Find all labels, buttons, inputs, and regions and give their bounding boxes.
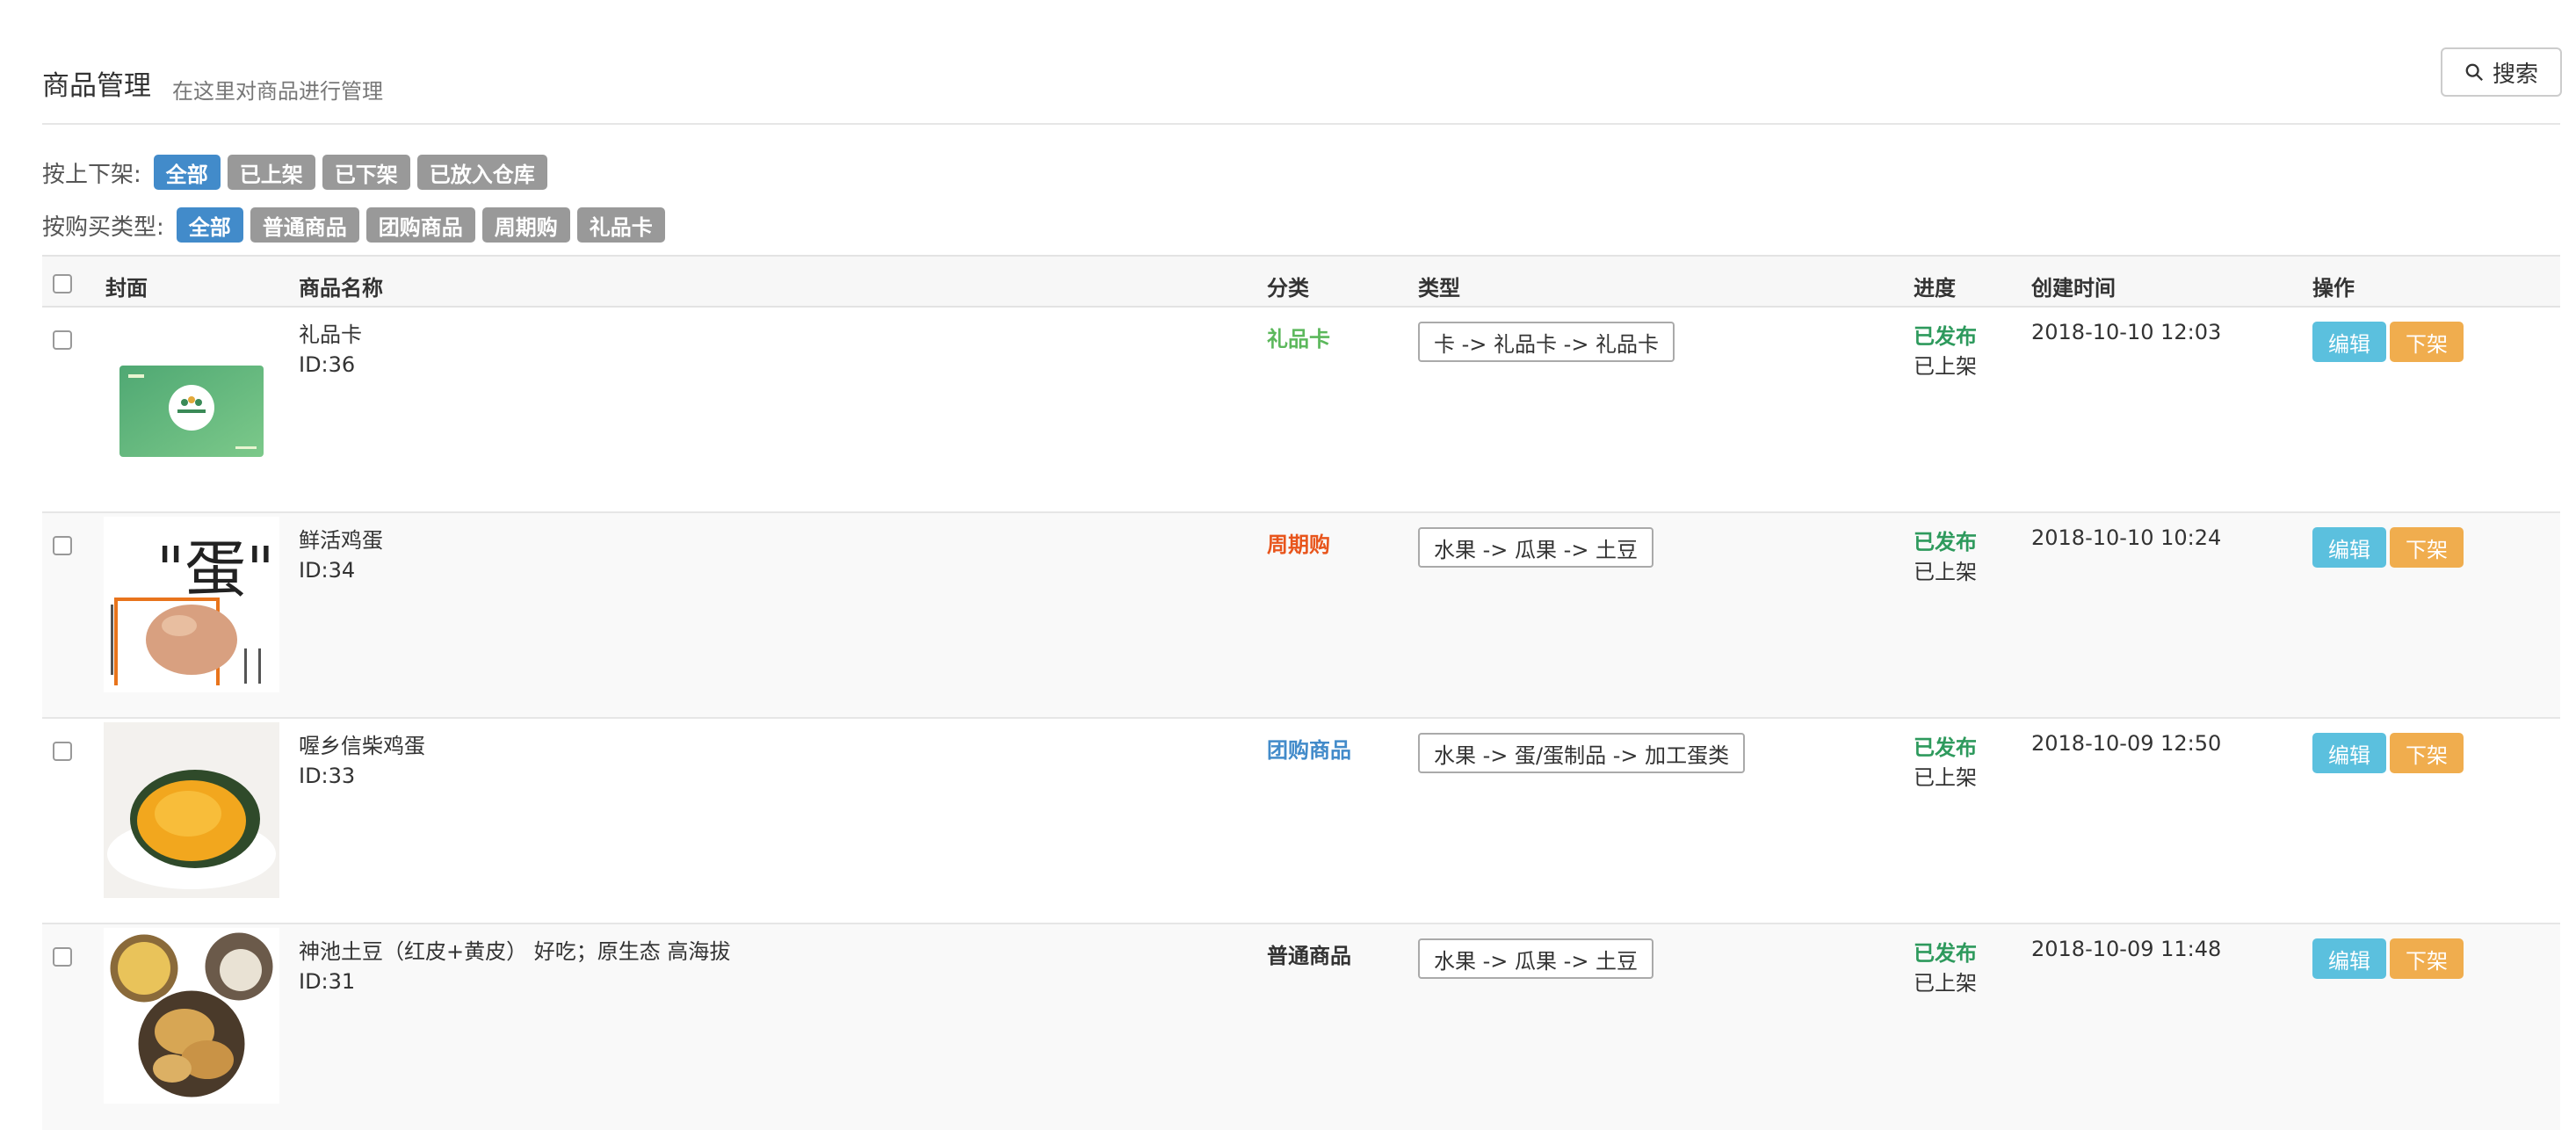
product-cover-image [104,928,279,1104]
product-progress: 已发布 已上架 [1914,938,1977,998]
column-name: 商品名称 [299,276,383,301]
page-subtitle: 在这里对商品进行管理 [172,79,383,104]
product-category: 普通商品 [1267,944,1351,968]
row-checkbox[interactable] [53,947,72,967]
product-progress: 已发布 已上架 [1914,733,1977,793]
product-name[interactable]: 神池土豆（红皮+黄皮） 好吃；原生态 高海拔 [299,937,730,967]
gift-card-image [119,366,264,457]
product-id: ID:36 [299,352,356,377]
column-progress: 进度 [1914,276,1956,301]
shelf-filter: 按上下架: 全部 已上架 已下架 已放入仓库 [42,153,554,192]
search-icon [2465,63,2483,81]
unshelve-button[interactable]: 下架 [2390,938,2464,979]
created-time: 2018-10-09 12:50 [2031,731,2222,756]
search-button[interactable]: 搜索 [2441,47,2562,97]
product-name[interactable]: 鲜活鸡蛋 [299,525,383,555]
pumpkin-image [104,722,279,898]
column-category: 分类 [1267,276,1309,301]
purchase-filter-group[interactable]: 团购商品 [365,207,475,243]
egg-poster-image: "蛋" [104,517,279,692]
search-button-label: 搜索 [2492,61,2538,88]
purchase-type-filter-label: 按购买类型: [42,214,164,241]
row-checkbox[interactable] [53,536,72,555]
page-header: 商品管理 在这里对商品进行管理 搜索 [42,47,2562,125]
purchase-filter-periodic[interactable]: 周期购 [481,207,570,243]
product-id: ID:34 [299,558,356,583]
product-progress: 已发布 已上架 [1914,527,1977,587]
row-checkbox[interactable] [53,742,72,761]
product-category: 团购商品 [1267,738,1351,763]
product-cover-image [104,311,279,487]
shelf-status: 已上架 [1914,354,1977,379]
unshelve-button[interactable]: 下架 [2390,733,2464,773]
created-time: 2018-10-09 11:48 [2031,937,2222,961]
edit-button[interactable]: 编辑 [2312,527,2386,568]
shelf-status: 已上架 [1914,971,1977,996]
select-all-checkbox[interactable] [53,274,72,293]
created-time: 2018-10-10 12:03 [2031,320,2222,344]
table-row: 神池土豆（红皮+黄皮） 好吃；原生态 高海拔 ID:31 普通商品 水果 -> … [42,924,2560,1130]
publish-status: 已发布 [1914,941,1977,966]
shelf-filter-on[interactable]: 已上架 [227,155,315,190]
product-table: 封面 商品名称 分类 类型 进度 创建时间 操作 礼品卡 ID:36 礼品卡 卡… [42,255,2560,1130]
edit-button[interactable]: 编辑 [2312,733,2386,773]
table-row: 礼品卡 ID:36 礼品卡 卡 -> 礼品卡 -> 礼品卡 已发布 已上架 20… [42,308,2560,513]
shelf-filter-off[interactable]: 已下架 [322,155,410,190]
product-type: 水果 -> 蛋/蛋制品 -> 加工蛋类 [1418,733,1746,773]
column-created: 创建时间 [2031,276,2116,301]
product-name-cell: 神池土豆（红皮+黄皮） 好吃；原生态 高海拔 ID:31 [299,937,730,996]
shelf-status: 已上架 [1914,765,1977,790]
column-cover: 封面 [105,276,148,301]
table-row: "蛋" 鲜活鸡蛋 ID:34 周期购 水果 -> 瓜果 -> 土豆 已发布 已上… [42,513,2560,719]
shelf-filter-warehouse[interactable]: 已放入仓库 [416,155,547,190]
purchase-filter-normal[interactable]: 普通商品 [250,207,359,243]
product-name[interactable]: 礼品卡 [299,320,362,350]
table-header: 封面 商品名称 分类 类型 进度 创建时间 操作 [42,255,2560,308]
product-cover-image: "蛋" [104,517,279,692]
shelf-filter-all[interactable]: 全部 [153,155,221,190]
product-cover-image [104,722,279,898]
product-category: 周期购 [1267,532,1330,557]
publish-status: 已发布 [1914,530,1977,554]
row-checkbox[interactable] [53,330,72,350]
publish-status: 已发布 [1914,324,1977,349]
page-title: 商品管理 [42,70,151,102]
edit-button[interactable]: 编辑 [2312,322,2386,362]
shelf-filter-label: 按上下架: [42,161,141,188]
purchase-filter-all[interactable]: 全部 [176,207,243,243]
egg-poster-title: "蛋" [156,533,274,605]
purchase-type-filter: 按购买类型: 全部 普通商品 团购商品 周期购 礼品卡 [42,206,672,244]
product-type: 卡 -> 礼品卡 -> 礼品卡 [1418,322,1675,362]
created-time: 2018-10-10 10:24 [2031,525,2222,550]
product-category: 礼品卡 [1267,327,1330,351]
column-type: 类型 [1418,276,1460,301]
publish-status: 已发布 [1914,735,1977,760]
product-type: 水果 -> 瓜果 -> 土豆 [1418,527,1654,568]
table-row: 喔乡信柴鸡蛋 ID:33 团购商品 水果 -> 蛋/蛋制品 -> 加工蛋类 已发… [42,719,2560,924]
product-id: ID:33 [299,764,356,788]
purchase-filter-giftcard[interactable]: 礼品卡 [576,207,665,243]
product-name-cell: 礼品卡 ID:36 [299,320,362,380]
shelf-status: 已上架 [1914,560,1977,584]
product-type: 水果 -> 瓜果 -> 土豆 [1418,938,1654,979]
product-name-cell: 鲜活鸡蛋 ID:34 [299,525,383,585]
product-id: ID:31 [299,969,356,994]
column-actions: 操作 [2312,276,2355,301]
unshelve-button[interactable]: 下架 [2390,527,2464,568]
potato-image [104,928,279,1104]
edit-button[interactable]: 编辑 [2312,938,2386,979]
product-name[interactable]: 喔乡信柴鸡蛋 [299,731,425,761]
product-name-cell: 喔乡信柴鸡蛋 ID:33 [299,731,425,791]
unshelve-button[interactable]: 下架 [2390,322,2464,362]
product-progress: 已发布 已上架 [1914,322,1977,381]
